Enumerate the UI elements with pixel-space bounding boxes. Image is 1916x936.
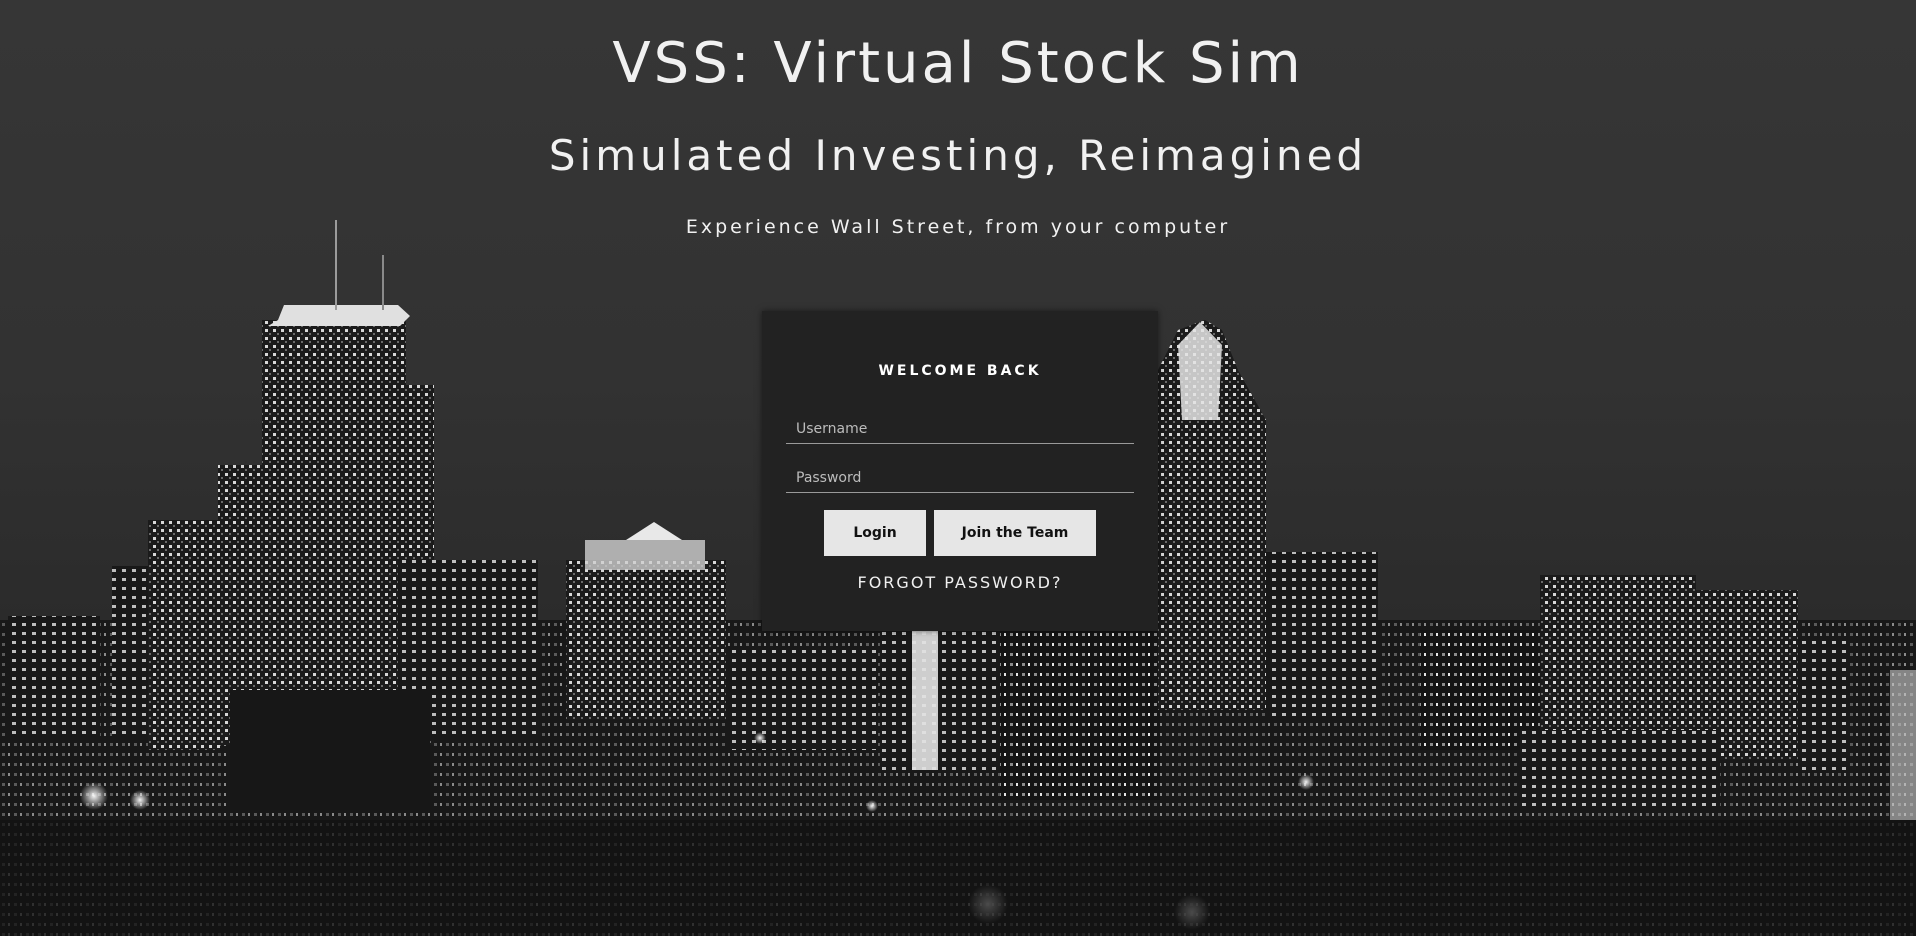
login-page: VSS: Virtual Stock Sim Simulated Investi… (0, 0, 1916, 936)
login-card: WELCOME BACK Login Join the Team FORGOT … (762, 311, 1158, 631)
username-input[interactable] (786, 414, 1134, 444)
forgot-password-link[interactable]: FORGOT PASSWORD? (762, 573, 1158, 592)
join-team-button[interactable]: Join the Team (934, 510, 1096, 556)
password-input[interactable] (786, 463, 1134, 493)
page-tagline: Experience Wall Street, from your comput… (685, 216, 1231, 238)
login-heading: WELCOME BACK (878, 363, 1042, 379)
page-title: VSS: Virtual Stock Sim (612, 31, 1304, 96)
page-subtitle: Simulated Investing, Reimagined (548, 131, 1368, 180)
login-button[interactable]: Login (824, 510, 926, 556)
